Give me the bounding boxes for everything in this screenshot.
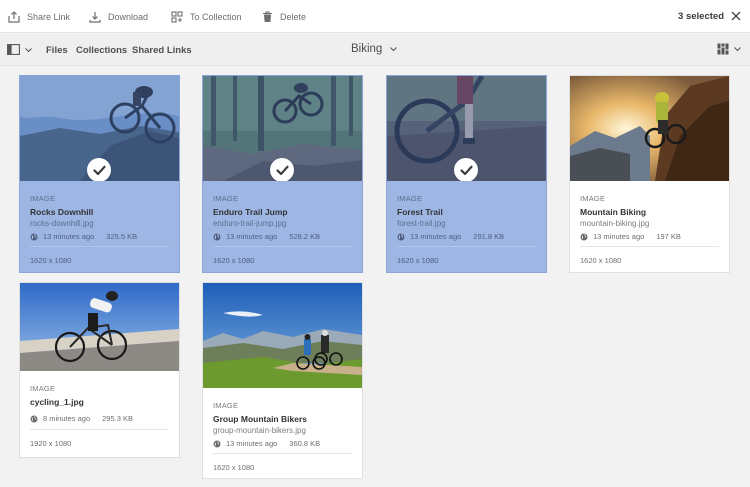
asset-size: 197 KB <box>656 232 681 241</box>
sidebar-icon <box>7 44 20 55</box>
divider <box>30 429 169 430</box>
close-icon[interactable] <box>730 10 742 22</box>
selection-count: 3 selected <box>678 11 724 22</box>
asset-modified: 13 minutes ago <box>43 232 95 241</box>
asset-dimensions: 1620 x 1080 <box>397 256 439 265</box>
globe-icon <box>213 440 221 447</box>
asset-title: cycling_1.jpg <box>30 397 84 407</box>
asset-card-rocks-downhill[interactable]: IMAGE Rocks Downhill rocks-downhill.jpg … <box>20 76 179 272</box>
asset-dimensions: 1620 x 1080 <box>580 256 622 265</box>
download-label: Download <box>108 11 149 22</box>
asset-dimensions: 1620 x 1080 <box>30 256 72 265</box>
asset-meta: IMAGE Mountain Biking mountain-biking.jp… <box>570 181 729 272</box>
asset-type: IMAGE <box>213 401 239 410</box>
asset-title: Enduro Trail Jump <box>213 207 288 217</box>
share-link-button[interactable]: Share Link <box>8 0 70 33</box>
rail-toggle-button[interactable] <box>7 44 33 55</box>
asset-title: Forest Trail <box>397 207 443 217</box>
folder-title: Biking <box>351 43 383 55</box>
add-to-collection-icon <box>171 10 183 23</box>
asset-meta: IMAGE Forest Trail forest-trail.jpg 13 m… <box>387 181 546 272</box>
asset-meta: IMAGE Group Mountain Bikers group-mounta… <box>203 388 362 479</box>
asset-type: IMAGE <box>30 384 56 393</box>
asset-dimensions: 1620 x 1080 <box>213 256 255 265</box>
nav-collections[interactable]: Collections <box>76 45 127 56</box>
selected-check-icon[interactable] <box>87 158 111 181</box>
chevron-down-icon <box>734 47 741 52</box>
share-link-label: Share Link <box>27 11 71 22</box>
asset-thumbnail <box>20 283 179 371</box>
share-icon <box>8 10 20 23</box>
asset-title: Mountain Biking <box>580 207 647 217</box>
asset-filename: enduro-trail-jump.jpg <box>213 219 287 228</box>
asset-type: IMAGE <box>580 194 606 203</box>
delete-button[interactable]: Delete <box>262 0 306 33</box>
asset-card-enduro-trail-jump[interactable]: IMAGE Enduro Trail Jump enduro-trail-jum… <box>203 76 362 272</box>
selected-check-icon[interactable] <box>270 158 294 181</box>
download-button[interactable]: Download <box>89 0 148 33</box>
asset-title: Rocks Downhill <box>30 207 94 217</box>
globe-icon <box>397 233 405 240</box>
action-bar: Share Link Download To Collection Delete… <box>0 0 750 33</box>
to-collection-button[interactable]: To Collection <box>171 0 242 33</box>
asset-size: 291.8 KB <box>473 232 505 241</box>
nav-files[interactable]: Files <box>46 45 68 56</box>
divider <box>580 246 719 247</box>
globe-icon <box>213 233 221 240</box>
asset-thumbnail <box>570 76 729 181</box>
asset-type: IMAGE <box>213 194 239 203</box>
delete-label: Delete <box>280 11 307 22</box>
asset-modified: 8 minutes ago <box>43 414 91 423</box>
asset-thumbnail <box>203 283 362 388</box>
card-view-icon <box>717 43 729 55</box>
asset-type: IMAGE <box>397 194 423 203</box>
asset-size: 360.8 KB <box>289 439 321 448</box>
asset-thumbnail <box>20 76 179 181</box>
nav-bar: Files Collections Shared Links Biking <box>0 34 750 66</box>
globe-icon <box>580 233 588 240</box>
asset-type: IMAGE <box>30 194 56 203</box>
view-switcher-button[interactable] <box>717 43 742 55</box>
selected-check-icon[interactable] <box>454 158 478 181</box>
divider <box>397 246 536 247</box>
asset-card-forest-trail[interactable]: IMAGE Forest Trail forest-trail.jpg 13 m… <box>387 76 546 272</box>
asset-dimensions: 1620 x 1080 <box>213 463 255 472</box>
to-collection-label: To Collection <box>190 11 242 22</box>
asset-meta: IMAGE cycling_1.jpg 8 minutes ago 295.3 … <box>20 371 179 462</box>
nav-shared-links[interactable]: Shared Links <box>132 45 192 56</box>
divider <box>213 246 352 247</box>
download-icon <box>89 11 101 23</box>
asset-filename: rocks-downhill.jpg <box>30 219 94 228</box>
asset-thumbnail <box>387 76 546 181</box>
asset-size: 528.2 KB <box>289 232 321 241</box>
asset-dimensions: 1920 x 1080 <box>30 439 72 448</box>
asset-modified: 13 minutes ago <box>226 439 278 448</box>
asset-filename: group-mountain-bikers.jpg <box>213 426 306 435</box>
asset-meta: IMAGE Enduro Trail Jump enduro-trail-jum… <box>203 181 362 272</box>
asset-filename: forest-trail.jpg <box>397 219 446 228</box>
asset-size: 295.3 KB <box>102 414 133 423</box>
asset-modified: 13 minutes ago <box>410 232 462 241</box>
asset-card-mountain-biking[interactable]: IMAGE Mountain Biking mountain-biking.jp… <box>570 76 729 272</box>
asset-card-cycling-1[interactable]: IMAGE cycling_1.jpg 8 minutes ago 295.3 … <box>20 283 179 457</box>
chevron-down-icon <box>390 47 398 52</box>
asset-title: Group Mountain Bikers <box>213 414 307 424</box>
asset-filename: mountain-biking.jpg <box>580 219 650 228</box>
globe-icon <box>30 415 38 422</box>
trash-icon <box>263 10 272 22</box>
divider <box>30 246 169 247</box>
chevron-down-icon <box>25 47 32 52</box>
asset-meta: IMAGE Rocks Downhill rocks-downhill.jpg … <box>20 181 179 272</box>
asset-modified: 13 minutes ago <box>593 232 645 241</box>
divider <box>213 453 352 454</box>
asset-size: 325.5 KB <box>106 232 138 241</box>
folder-title-dropdown[interactable]: Biking <box>351 43 398 55</box>
globe-icon <box>30 233 38 240</box>
asset-card-group-mountain-bikers[interactable]: IMAGE Group Mountain Bikers group-mounta… <box>203 283 362 478</box>
asset-thumbnail <box>203 76 362 181</box>
asset-modified: 13 minutes ago <box>226 232 278 241</box>
